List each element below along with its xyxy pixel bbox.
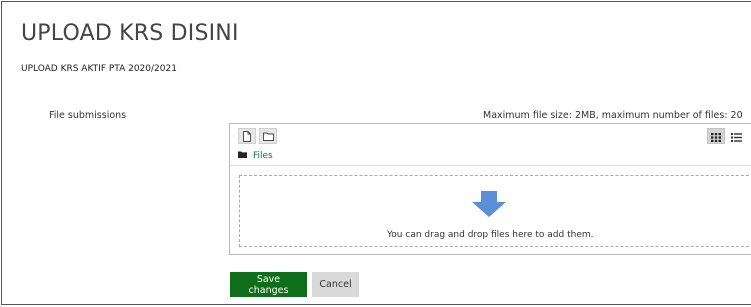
path-divider — [230, 165, 751, 166]
view-tree-button[interactable] — [747, 128, 751, 144]
page-title: UPLOAD KRS DISINI — [21, 21, 239, 46]
view-icons-button[interactable] — [707, 128, 725, 144]
add-file-icon — [242, 130, 252, 142]
path-files-link[interactable]: Files — [253, 150, 273, 162]
drop-zone[interactable]: You can drag and drop files here to add … — [239, 175, 751, 247]
add-file-button[interactable] — [238, 128, 256, 144]
cancel-button[interactable]: Cancel — [312, 272, 359, 297]
folder-icon — [238, 150, 247, 162]
view-icons-icon — [711, 127, 721, 146]
view-details-button[interactable] — [727, 128, 745, 144]
drop-instructions: You can drag and drop files here to add … — [387, 230, 594, 240]
view-details-icon — [730, 127, 742, 146]
drop-arrow-icon — [472, 191, 506, 221]
file-submissions-label: File submissions — [49, 110, 127, 121]
file-picker: Files You can drag and drop files here t… — [229, 123, 751, 255]
save-changes-button[interactable]: Save changes — [230, 272, 307, 297]
assignment-description: UPLOAD KRS AKTIF PTA 2020/2021 — [21, 64, 177, 74]
create-folder-icon — [262, 132, 274, 141]
create-folder-button[interactable] — [259, 128, 277, 144]
max-file-info: Maximum file size: 2MB, maximum number o… — [483, 110, 743, 121]
path-breadcrumb: Files — [238, 150, 273, 162]
